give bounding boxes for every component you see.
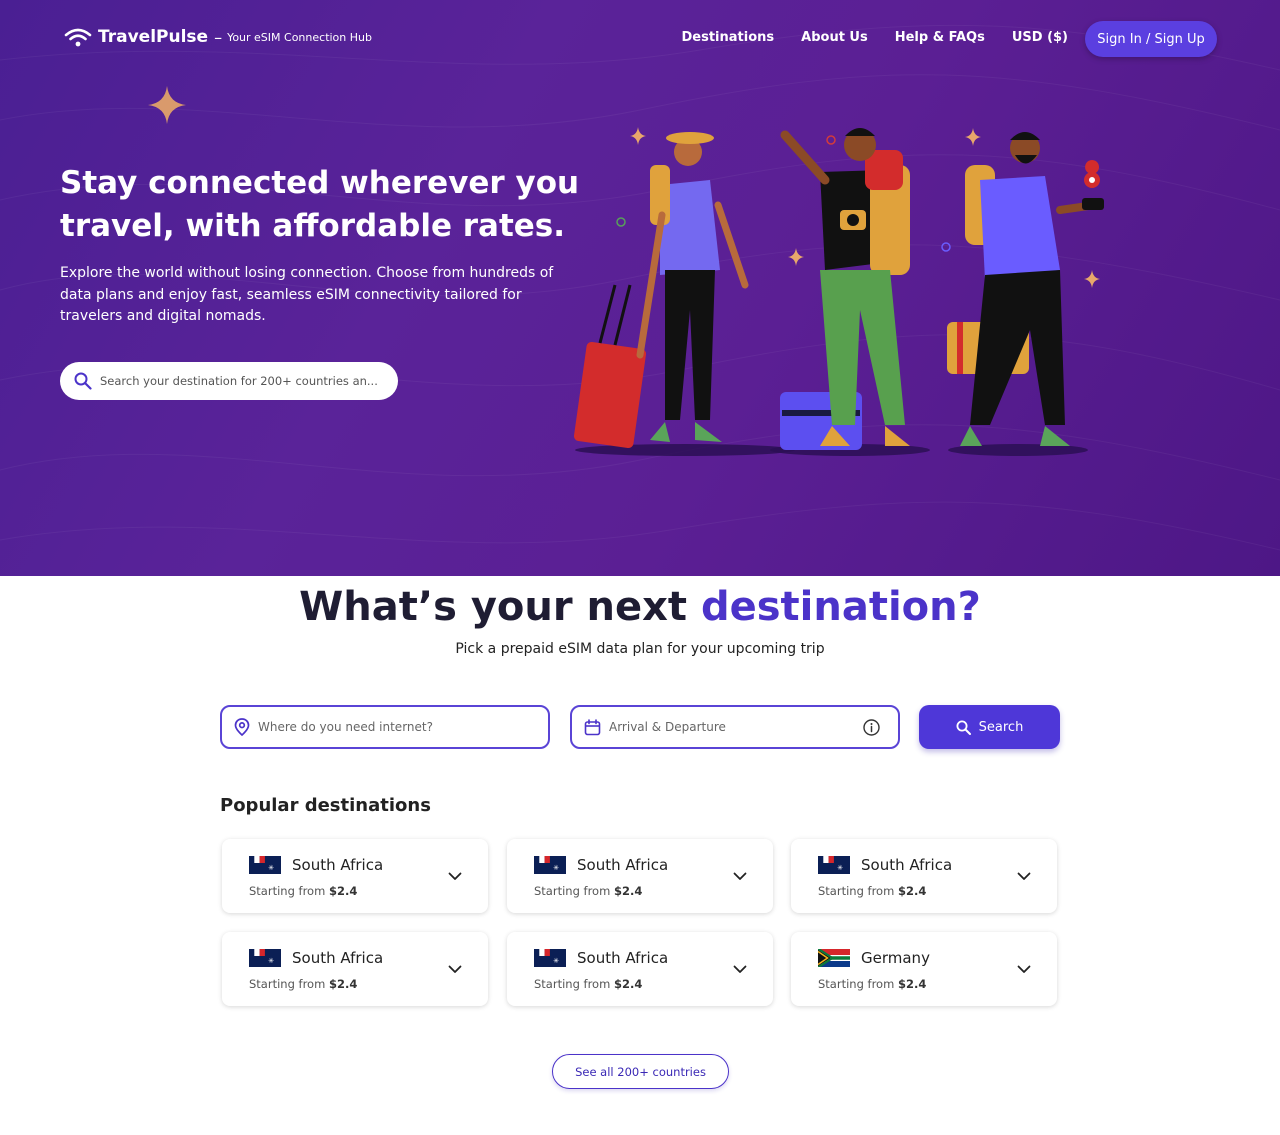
search-icon (74, 372, 92, 390)
french-southern-territories-flag: ✳ (534, 949, 566, 967)
destination-card[interactable]: Germany Starting from $2.4 (791, 932, 1057, 1006)
french-southern-territories-flag: ✳ (534, 856, 566, 874)
date-range-field[interactable] (570, 705, 900, 749)
hero-search-input[interactable] (100, 374, 380, 388)
destination-country: Germany (861, 949, 930, 967)
price-prefix: Starting from (249, 884, 329, 898)
destination-country: South Africa (292, 856, 384, 874)
destination-card[interactable]: ✳ South Africa Starting from $2.4 (791, 839, 1057, 913)
destination-input[interactable] (258, 720, 528, 734)
destination-field[interactable] (220, 705, 550, 749)
hero-subtitle: Explore the world without losing connect… (60, 265, 554, 324)
destination-country: South Africa (577, 949, 669, 967)
date-range-input[interactable] (609, 720, 849, 734)
nav-help-faqs[interactable]: Help & FAQs (895, 30, 985, 45)
destination-price: Starting from $2.4 (249, 884, 357, 898)
search-button[interactable]: Search (919, 705, 1060, 749)
price-value: $2.4 (613, 884, 643, 898)
price-prefix: Starting from (534, 884, 614, 898)
price-prefix: Starting from (534, 977, 614, 991)
see-all-countries-button[interactable]: See all 200+ countries (552, 1054, 729, 1089)
price-value: $2.4 (897, 977, 927, 991)
south-africa-flag (818, 949, 850, 967)
top-navbar: TravelPulse – Your eSIM Connection Hub D… (0, 0, 1280, 78)
french-southern-territories-flag: ✳ (249, 949, 281, 967)
chevron-down-icon (448, 872, 462, 880)
sparkle-icon (148, 86, 186, 124)
chevron-down-icon (733, 965, 747, 973)
svg-text:✳: ✳ (268, 864, 274, 872)
brand-name: TravelPulse (98, 27, 209, 47)
hero-section: TravelPulse – Your eSIM Connection Hub D… (0, 0, 1280, 576)
chevron-down-icon (1017, 872, 1031, 880)
location-pin-icon (234, 718, 250, 736)
svg-text:✳: ✳ (553, 957, 559, 965)
destination-price: Starting from $2.4 (818, 977, 926, 991)
section-subtitle: Pick a prepaid eSIM data plan for your u… (455, 641, 825, 657)
price-value: $2.4 (613, 977, 643, 991)
brand-logo[interactable]: TravelPulse – Your eSIM Connection Hub (64, 26, 372, 48)
currency-selector[interactable]: USD ($) (1012, 30, 1068, 45)
popular-destinations-title: Popular destinations (220, 795, 431, 816)
section-title: What’s your next destination? (0, 580, 1280, 634)
brand-tagline: Your eSIM Connection Hub (227, 30, 372, 44)
destination-price: Starting from $2.4 (534, 977, 642, 991)
french-southern-territories-flag: ✳ (249, 856, 281, 874)
destination-price: Starting from $2.4 (249, 977, 357, 991)
price-prefix: Starting from (818, 977, 898, 991)
chevron-down-icon (733, 872, 747, 880)
destination-country: South Africa (292, 949, 384, 967)
travelers-illustration (573, 127, 1104, 456)
nav-destinations[interactable]: Destinations (682, 30, 775, 45)
destination-country: South Africa (861, 856, 953, 874)
french-southern-territories-flag: ✳ (818, 856, 850, 874)
chevron-down-icon (1017, 965, 1031, 973)
destination-country: South Africa (577, 856, 669, 874)
wifi-icon (64, 28, 92, 47)
brand-separator: – (214, 27, 223, 47)
chevron-down-icon (448, 965, 462, 973)
destination-card[interactable]: ✳ South Africa Starting from $2.4 (222, 839, 488, 913)
info-icon[interactable] (863, 719, 880, 736)
search-icon (956, 720, 971, 735)
nav-links: Destinations About Us Help & FAQs USD ($… (655, 30, 1069, 45)
destination-price: Starting from $2.4 (534, 884, 642, 898)
price-prefix: Starting from (249, 977, 329, 991)
section-title-text: What’s your next (299, 584, 701, 630)
hero-title: Stay connected wherever you travel, with… (60, 165, 580, 244)
svg-text:✳: ✳ (268, 957, 274, 965)
destination-card[interactable]: ✳ South Africa Starting from $2.4 (222, 932, 488, 1006)
price-prefix: Starting from (818, 884, 898, 898)
section-title-accent: destination? (700, 584, 981, 630)
nav-about-us[interactable]: About Us (801, 30, 868, 45)
search-button-label: Search (978, 719, 1024, 735)
price-value: $2.4 (328, 884, 358, 898)
sign-in-button[interactable]: Sign In / Sign Up (1085, 21, 1217, 57)
svg-text:✳: ✳ (553, 864, 559, 872)
calendar-icon (584, 718, 601, 735)
destination-card[interactable]: ✳ South Africa Starting from $2.4 (507, 839, 773, 913)
svg-text:✳: ✳ (837, 864, 843, 872)
destination-price: Starting from $2.4 (818, 884, 926, 898)
hero-search-bar[interactable] (60, 362, 398, 400)
price-value: $2.4 (328, 977, 358, 991)
price-value: $2.4 (897, 884, 927, 898)
destination-card[interactable]: ✳ South Africa Starting from $2.4 (507, 932, 773, 1006)
